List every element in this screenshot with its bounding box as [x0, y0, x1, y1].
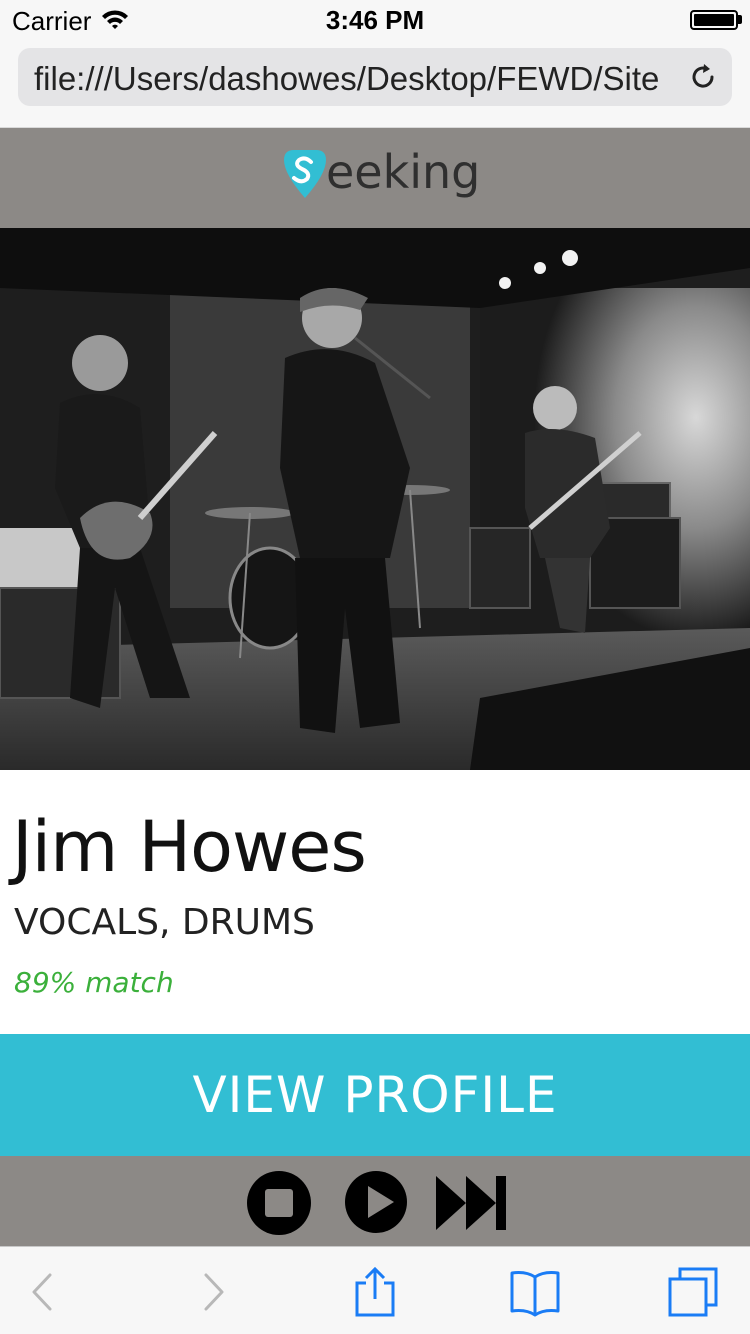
battery-tip	[738, 15, 742, 24]
reload-icon[interactable]	[688, 62, 718, 92]
band-performance-image	[0, 228, 750, 770]
svg-text:eeking: eeking	[326, 145, 480, 199]
url-text[interactable]: file:///Users/dashowes/Desktop/FEWD/Site	[34, 60, 670, 98]
status-time: 3:46 PM	[325, 5, 425, 35]
stop-icon[interactable]	[246, 1170, 312, 1236]
skip-forward-icon[interactable]	[436, 1172, 508, 1234]
hero-photo	[0, 228, 750, 770]
share-icon[interactable]	[348, 1265, 402, 1319]
audio-player	[0, 1156, 750, 1246]
battery-icon	[690, 10, 738, 30]
bookmarks-icon[interactable]	[508, 1265, 562, 1319]
profile-card: Jim Howes VOCALS, DRUMS 89% match	[0, 770, 750, 1034]
site-header: eeking	[0, 128, 750, 228]
address-bar[interactable]: file:///Users/dashowes/Desktop/FEWD/Site	[18, 48, 732, 106]
status-bar: Carrier 3:46 PM	[0, 0, 750, 40]
play-icon[interactable]	[344, 1170, 408, 1234]
match-percentage: 89% match	[14, 966, 174, 999]
tabs-icon[interactable]	[666, 1265, 720, 1319]
view-profile-button[interactable]: VIEW PROFILE	[0, 1034, 750, 1156]
seeking-logo[interactable]: eeking	[280, 142, 480, 214]
profile-name: Jim Howes	[12, 806, 367, 888]
forward-icon[interactable]	[184, 1265, 238, 1319]
profile-roles: VOCALS, DRUMS	[14, 902, 315, 943]
browser-toolbar	[0, 1246, 750, 1334]
back-icon[interactable]	[18, 1265, 72, 1319]
browser-address-area: file:///Users/dashowes/Desktop/FEWD/Site	[0, 40, 750, 128]
